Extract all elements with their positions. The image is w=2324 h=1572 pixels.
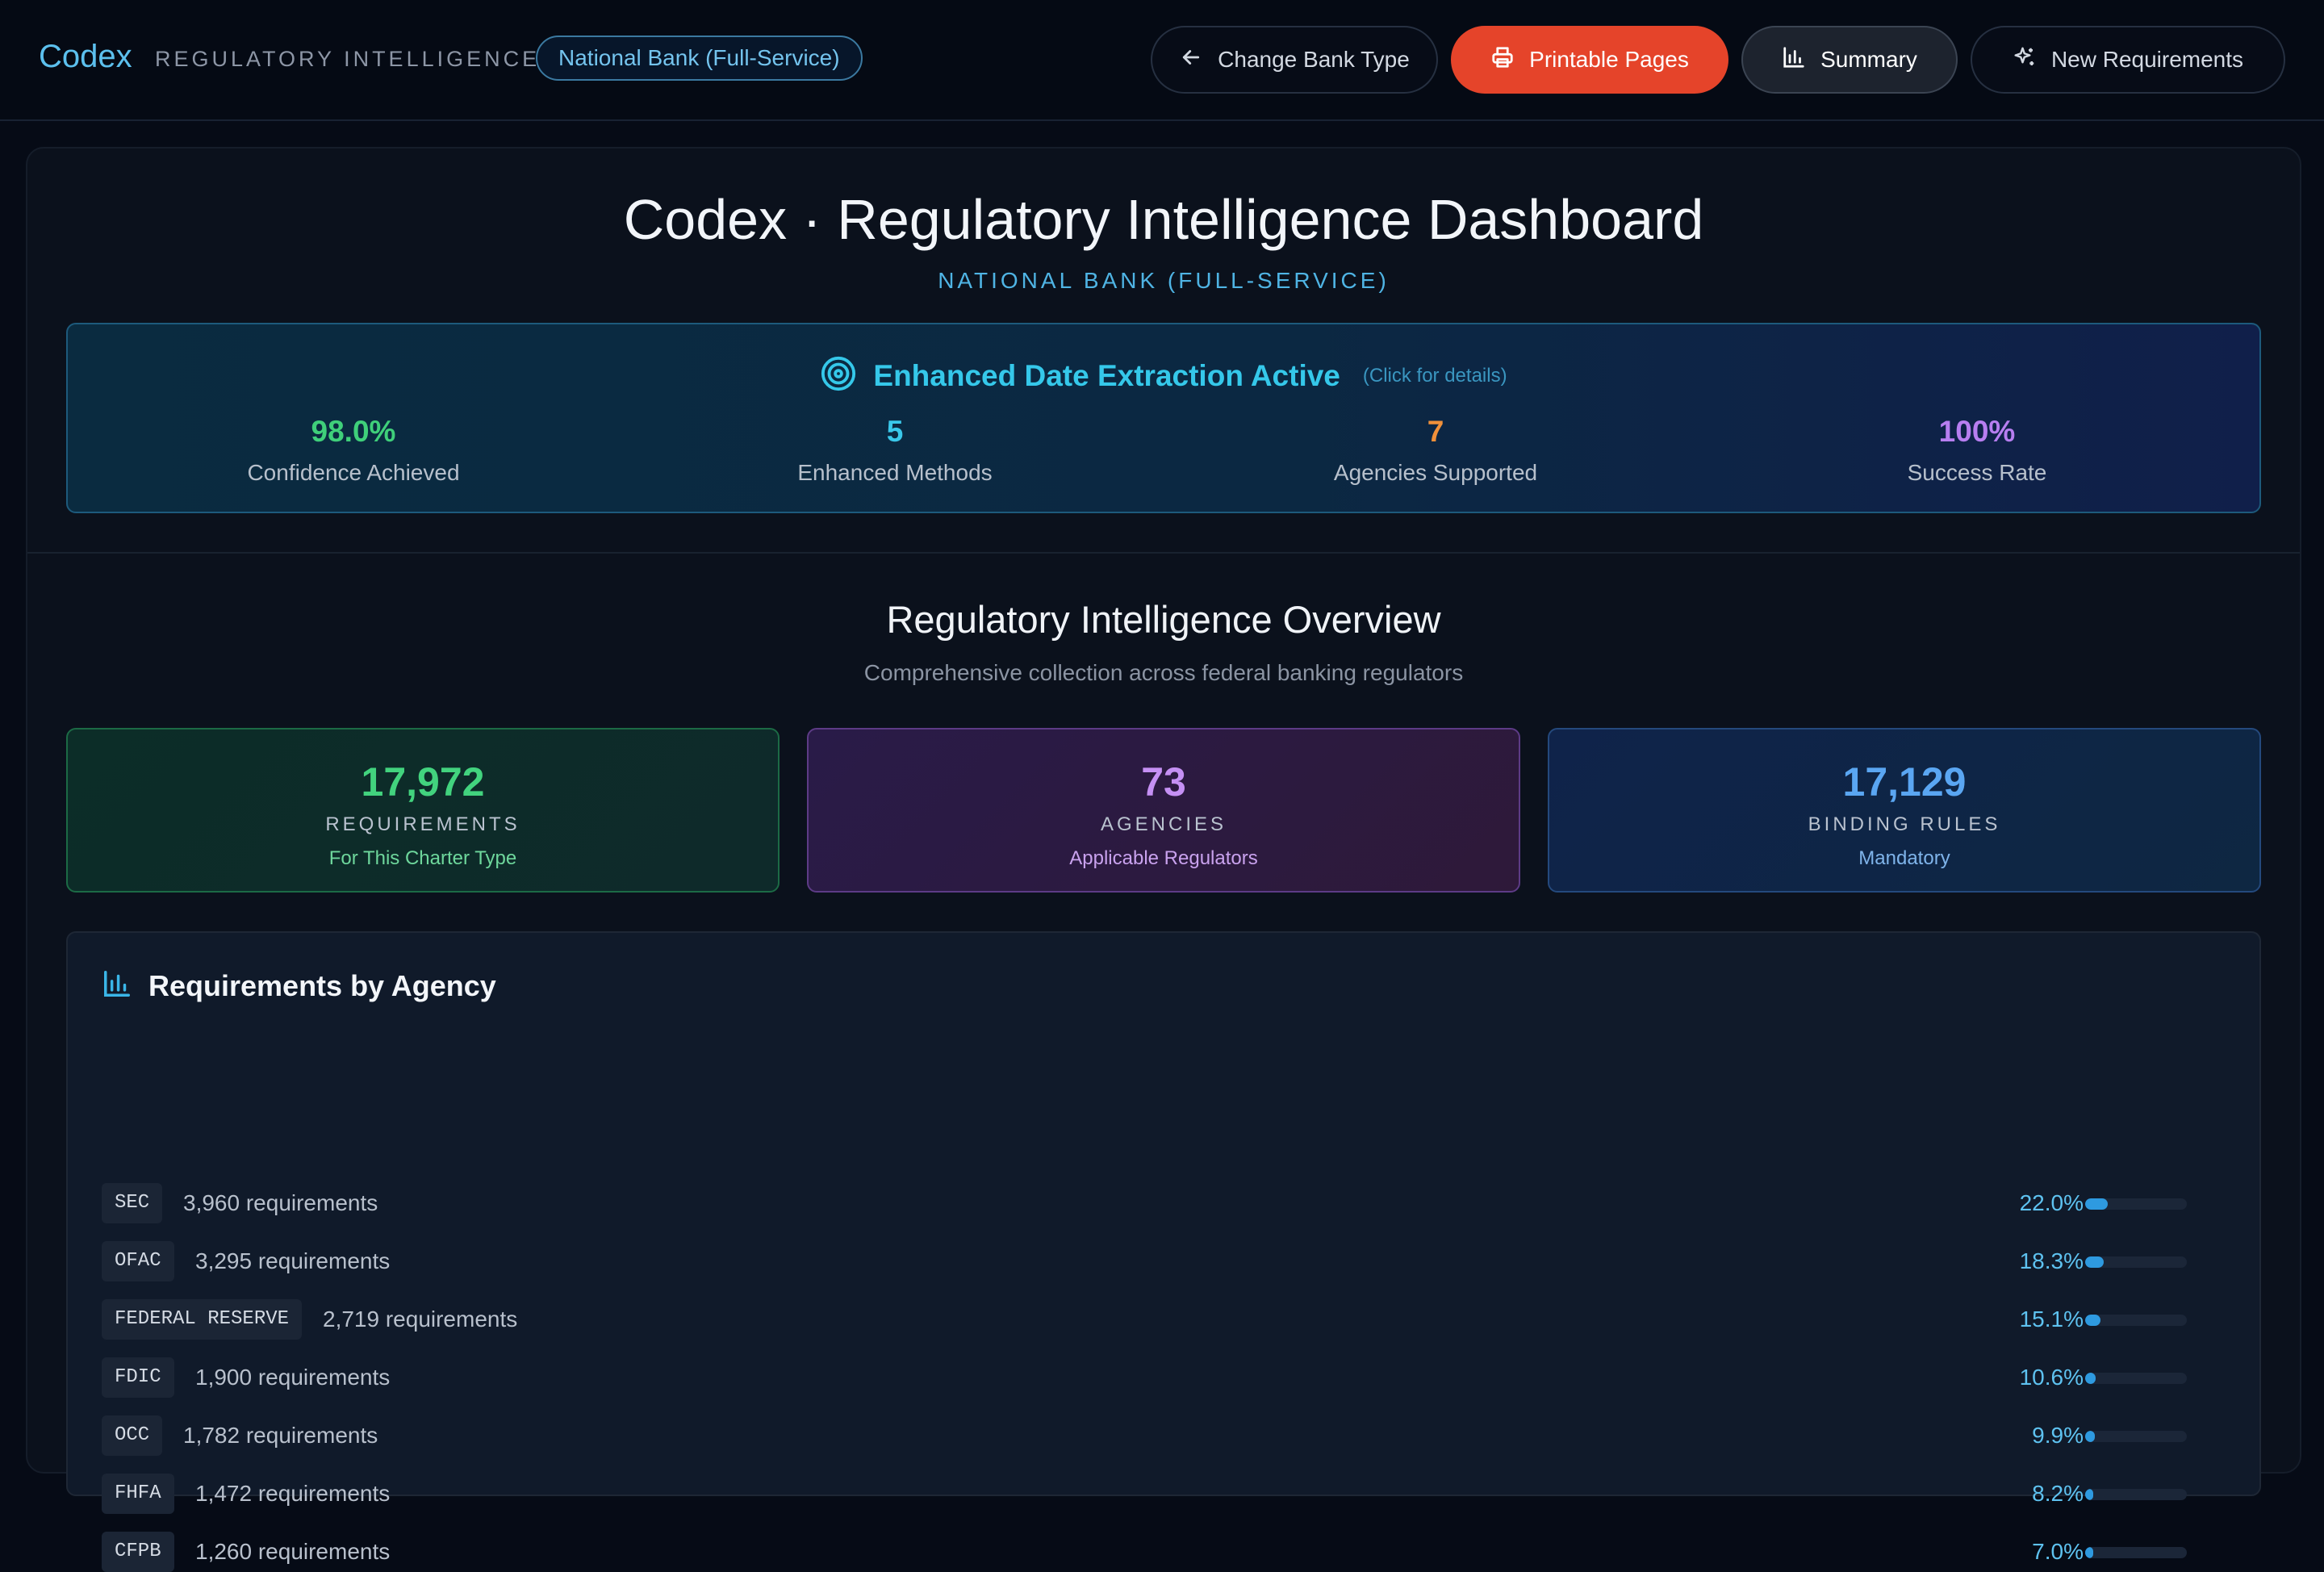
agency-percent: 18.3% [2019,1248,2084,1273]
agency-count: 3,295 requirements [195,1248,391,1273]
agency-row[interactable]: OCC 1,782 requirements 9.9% [102,1415,2232,1456]
printable-pages-button[interactable]: Printable Pages [1451,26,1728,94]
stat-value: 5 [886,415,904,448]
agency-row[interactable]: FDIC 1,900 requirements 10.6% [102,1357,2232,1398]
change-bank-type-label: Change Bank Type [1218,47,1410,72]
agency-share-fill [2085,1373,2096,1384]
agency-share-fill [2085,1198,2108,1210]
agency-percent: 8.2% [2032,1481,2084,1506]
brand-subtitle: REGULATORY INTELLIGENCE [155,47,541,71]
stat-confidence: 98.0% Confidence Achieved [111,415,596,486]
agency-row[interactable]: SEC 3,960 requirements 22.0% [102,1183,2232,1223]
agency-share-bar [2085,1547,2187,1558]
extraction-details-hint[interactable]: (Click for details) [1363,365,1507,387]
agency-count: 1,260 requirements [195,1539,391,1564]
requirements-by-agency-section: Requirements by Agency SEC 3,960 require… [66,931,2261,1572]
agency-row[interactable]: FEDERAL RESERVE 2,719 requirements 15.1% [102,1299,2232,1340]
agencies-card: 73 AGENCIES Applicable Regulators [807,728,1520,893]
agency-percent: 7.0% [2032,1539,2084,1564]
agency-tag: OCC [102,1415,163,1456]
new-requirements-label: New Requirements [2050,47,2244,72]
page-subtitle: NATIONAL BANK (FULL-SERVICE) [938,268,1390,293]
agency-percent: 10.6% [2019,1365,2084,1390]
card-number: 17,972 [361,759,485,805]
brand-logo[interactable]: Codex [39,39,132,75]
agency-count: 1,472 requirements [195,1481,391,1506]
extraction-header: Enhanced Date Extraction Active (Click f… [68,355,2259,396]
card-number: 73 [1141,759,1186,805]
card-label: BINDING RULES [1808,813,2001,835]
agency-count: 2,719 requirements [323,1307,518,1332]
stat-methods: 5 Enhanced Methods [653,415,1137,486]
dashboard-panel: Codex · Regulatory Intelligence Dashboar… [26,147,2301,1572]
requirements-card: 17,972 REQUIREMENTS For This Charter Typ… [66,728,780,893]
bar-chart-icon [1782,45,1806,75]
date-extraction-banner[interactable]: Enhanced Date Extraction Active (Click f… [66,323,2261,513]
agency-percent: 22.0% [2019,1190,2084,1215]
agency-share-fill [2085,1256,2105,1268]
overview-title: Regulatory Intelligence Overview [886,598,1441,641]
agency-share-fill [2085,1315,2101,1326]
agency-share-fill [2085,1547,2094,1558]
summary-label: Summary [1820,47,1917,72]
agency-tag: CFPB [102,1532,174,1572]
stat-label: Success Rate [1907,460,2047,485]
arrow-left-icon [1179,45,1203,75]
card-subtext: For This Charter Type [328,847,517,869]
stat-label: Agencies Supported [1333,460,1538,485]
agency-tag: SEC [102,1183,163,1223]
agency-percent: 15.1% [2019,1307,2084,1332]
extraction-title: Enhanced Date Extraction Active [873,358,1340,392]
agency-share-bar [2085,1489,2187,1500]
stat-value: 100% [1938,415,2016,448]
bar-chart-icon [102,968,132,1003]
card-number: 17,129 [1842,759,1967,805]
agency-count: 1,782 requirements [183,1423,378,1448]
agency-row[interactable]: OFAC 3,295 requirements 18.3% [102,1241,2232,1281]
agency-share-bar [2085,1256,2187,1268]
page-title: Codex · Regulatory Intelligence Dashboar… [623,188,1704,251]
card-subtext: Applicable Regulators [1069,847,1258,869]
card-label: AGENCIES [1100,813,1227,835]
new-requirements-button[interactable]: New Requirements [1971,26,2285,94]
agency-section-title: Requirements by Agency [148,968,496,1002]
section-divider [27,552,2300,554]
agency-section-header: Requirements by Agency [102,968,496,1003]
agency-row[interactable]: FHFA 1,472 requirements 8.2% [102,1474,2232,1514]
change-bank-type-button[interactable]: Change Bank Type [1151,26,1438,94]
card-label: REQUIREMENTS [325,813,520,835]
agency-tag: OFAC [102,1241,174,1281]
agency-count: 1,900 requirements [195,1365,391,1390]
sparkles-icon [2013,45,2037,75]
stat-value: 98.0% [311,415,396,448]
agency-share-bar [2085,1373,2187,1384]
card-subtext: Mandatory [1858,847,1950,869]
agency-share-bar [2085,1315,2187,1326]
agency-share-bar [2085,1198,2187,1210]
target-icon [820,355,857,396]
stat-agencies: 7 Agencies Supported [1193,415,1678,486]
agency-count: 3,960 requirements [183,1190,378,1215]
binding-rules-card: 17,129 BINDING RULES Mandatory [1548,728,2261,893]
charter-badge: National Bank (Full-Service) [536,36,863,81]
printable-pages-label: Printable Pages [1529,47,1689,72]
top-bar: Codex REGULATORY INTELLIGENCE National B… [0,0,2324,121]
stat-success-rate: 100% Success Rate [1735,415,2219,486]
agency-row[interactable]: CFPB 1,260 requirements 7.0% [102,1532,2232,1572]
agency-share-fill [2085,1431,2096,1442]
printer-icon [1490,45,1515,75]
agency-share-bar [2085,1431,2187,1442]
stat-label: Enhanced Methods [797,460,993,485]
summary-button[interactable]: Summary [1741,26,1958,94]
agency-tag: FHFA [102,1474,174,1514]
agency-percent: 9.9% [2032,1423,2084,1448]
agency-tag: FEDERAL RESERVE [102,1299,303,1340]
agency-tag: FDIC [102,1357,174,1398]
overview-subtitle: Comprehensive collection across federal … [863,660,1464,685]
agency-share-fill [2085,1489,2094,1500]
stat-label: Confidence Achieved [247,460,460,485]
stat-value: 7 [1427,415,1444,448]
